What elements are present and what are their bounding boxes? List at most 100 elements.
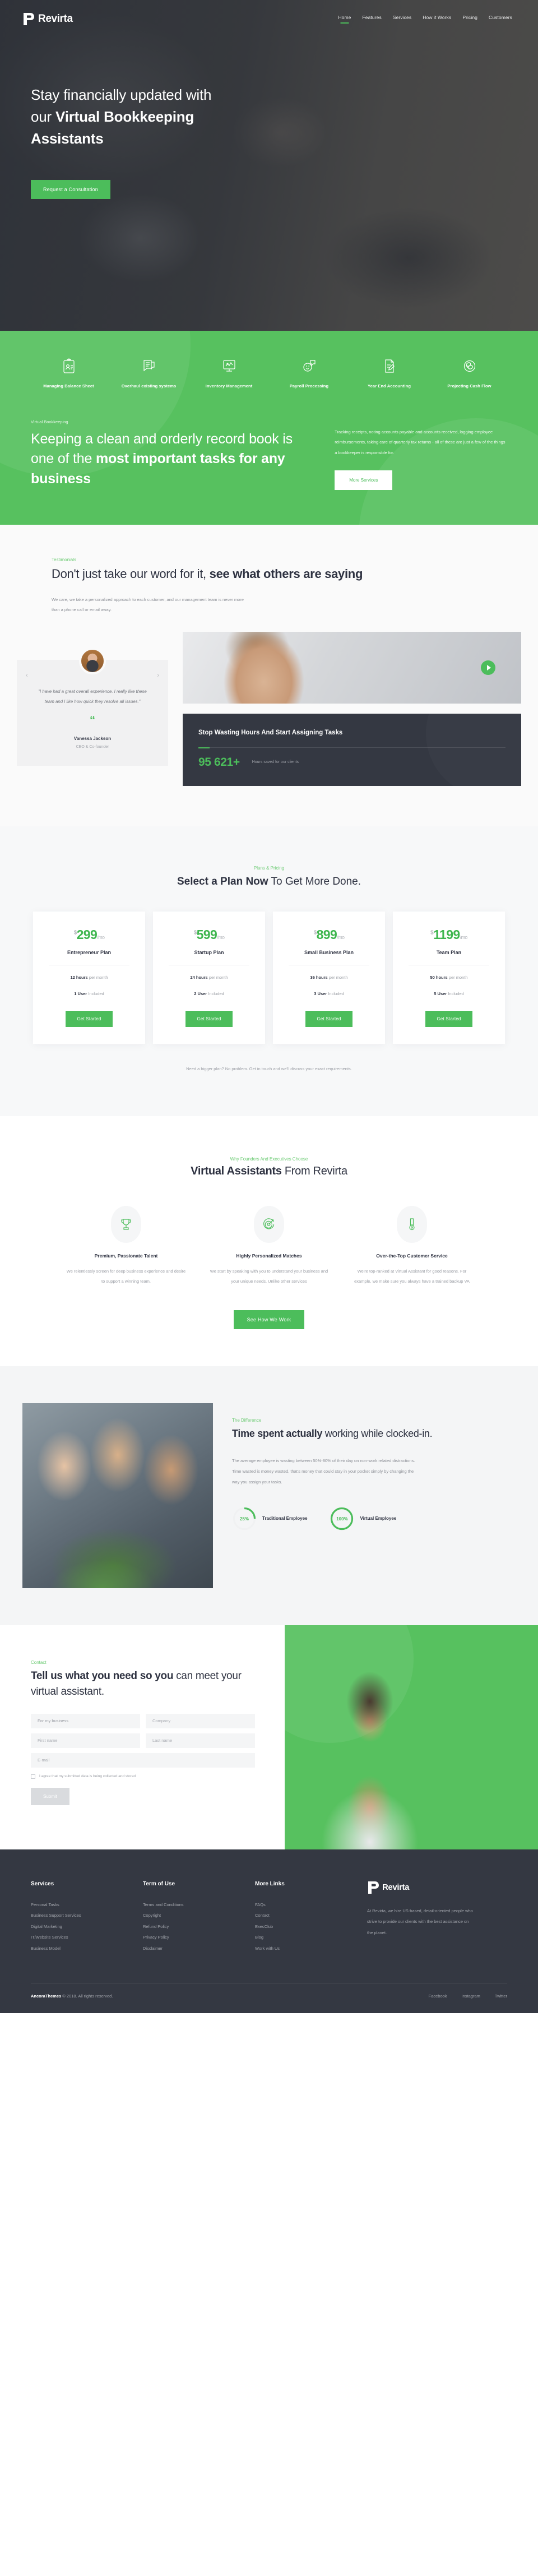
difference-paragraph: The average employee is wasting between … [232, 1458, 415, 1484]
footer-about-text: At Revirta, we hire US-based, detail-ori… [367, 1908, 473, 1935]
plan-feature-users: 3 User Included [283, 989, 375, 998]
donut-chart: 100% [330, 1506, 354, 1531]
footer-link[interactable]: Copyright [143, 1910, 255, 1921]
plan-name: Entrepreneur Plan [67, 949, 112, 955]
social-link-facebook[interactable]: Facebook [429, 1994, 447, 1999]
testimonials-right-column: Stop Wasting Hours And Start Assigning T… [168, 632, 521, 787]
hero-title-line2-bold: Virtual Bookkeeping [55, 108, 194, 125]
footer-link[interactable]: ExecClub [255, 1921, 367, 1932]
testimonial-quote: "I have had a great overall experience. … [38, 689, 147, 705]
pricing-plan-card[interactable]: $1199/mo Team Plan 50 hours per month 5 … [393, 911, 505, 1044]
more-services-button[interactable]: More Services [335, 470, 393, 490]
nav-item-how-it-works[interactable]: How it Works [423, 15, 451, 24]
testimonial-next-icon[interactable]: › [157, 672, 159, 679]
get-started-button[interactable]: Get Started [425, 1011, 472, 1028]
social-link-instagram[interactable]: Instagram [462, 1994, 480, 1999]
footer-link[interactable]: Refund Policy [143, 1921, 255, 1932]
service-item-inventory-management[interactable]: Inventory Management [194, 357, 264, 390]
nav-item-home[interactable]: Home [338, 15, 351, 24]
email-input[interactable] [31, 1752, 255, 1768]
footer-link[interactable]: Privacy Policy [143, 1932, 255, 1943]
why-column-customer-service: Over-the-Top Customer Service We're top-… [352, 1206, 472, 1286]
revirta-logo-icon [368, 1881, 379, 1894]
footer-link[interactable]: IT/Website Services [31, 1932, 143, 1943]
service-item-payroll-processing[interactable]: Payroll Processing [274, 357, 344, 390]
plan-price: $299/mo [43, 927, 135, 942]
services-section: Managing Balance Sheet Overhaul existing… [0, 331, 538, 525]
testimonial-prev-icon[interactable]: ‹ [26, 672, 28, 679]
footer-link[interactable]: Personal Tasks [31, 1899, 143, 1911]
pricing-plan-list: $299/mo Entrepreneur Plan 12 hours per m… [0, 911, 538, 1044]
pricing-heading: Select a Plan Now To Get More Done. [0, 874, 538, 890]
services-heading: Keeping a clean and orderly record book … [31, 429, 308, 489]
footer-link[interactable]: FAQs [255, 1899, 367, 1911]
hero-section: Revirta Home Features Services How it Wo… [0, 0, 538, 331]
plan-hours-suffix: per month [87, 974, 108, 980]
first-name-input[interactable] [31, 1733, 140, 1748]
plan-hours-value: 12 hours [70, 974, 88, 980]
pricing-plan-card[interactable]: $299/mo Entrepreneur Plan 12 hours per m… [33, 911, 145, 1044]
services-eyebrow: Virtual Bookkeeping [31, 419, 68, 424]
contact-section: Contact Tell us what you need so you can… [0, 1625, 538, 1849]
consent-checkbox[interactable] [31, 1774, 35, 1779]
plan-name: Startup Plan [194, 949, 224, 955]
testimonials-heading: Don't just take our word for it, see wha… [52, 566, 486, 582]
plan-users-suffix: Included [87, 991, 104, 997]
get-started-button[interactable]: Get Started [185, 1011, 233, 1028]
service-item-projecting-cash-flow[interactable]: Projecting Cash Flow [434, 357, 504, 390]
plan-hours-suffix: per month [207, 974, 228, 980]
service-item-managing-balance-sheet[interactable]: Managing Balance Sheet [34, 357, 104, 390]
target-icon [254, 1206, 284, 1243]
donut-value-label: 100% [336, 1516, 348, 1521]
testimonial-card: ‹ › "I have had a great overall experien… [17, 648, 168, 766]
last-name-input[interactable] [146, 1733, 255, 1748]
submit-button[interactable]: Submit [31, 1787, 69, 1805]
why-column-premium-talent: Premium, Passionate Talent We relentless… [66, 1206, 187, 1286]
pricing-plan-card[interactable]: $899/mo Small Business Plan 36 hours per… [273, 911, 385, 1044]
plan-price: $1199/mo [403, 927, 495, 942]
testimonials-subtext: We care, we take a personalized approach… [52, 597, 244, 613]
nav-item-services[interactable]: Services [393, 15, 411, 24]
nav-item-customers[interactable]: Customers [489, 15, 512, 24]
social-link-twitter[interactable]: Twitter [495, 1994, 507, 1999]
why-columns: Premium, Passionate Talent We relentless… [0, 1206, 538, 1286]
footer-link[interactable]: Digital Marketing [31, 1921, 143, 1932]
plan-users-value: 1 User [74, 991, 87, 997]
footer-link[interactable]: Business Model [31, 1943, 143, 1954]
plan-feature-hours: 50 hours per month [403, 973, 495, 982]
footer-link[interactable]: Blog [255, 1932, 367, 1943]
see-how-we-work-button[interactable]: See How We Work [233, 1310, 305, 1329]
testimonial-video[interactable] [183, 632, 521, 704]
nav-item-pricing[interactable]: Pricing [462, 15, 477, 24]
chat-document-icon [114, 357, 184, 376]
revirta-logo-icon [24, 13, 34, 25]
service-item-overhaul-existing-systems[interactable]: Overhaul existing systems [114, 357, 184, 390]
pricing-note: Need a bigger plan? No problem. Get in t… [186, 1066, 352, 1072]
get-started-button[interactable]: Get Started [66, 1011, 113, 1028]
difference-heading-plain: working while clocked-in. [322, 1427, 433, 1439]
footer-logo[interactable]: Revirta [367, 1881, 474, 1894]
get-started-button[interactable]: Get Started [305, 1011, 353, 1028]
donut-category-label: Virtual Employee [360, 1515, 397, 1521]
pricing-plan-card[interactable]: $599/mo Startup Plan 24 hours per month … [153, 911, 265, 1044]
footer-link[interactable]: Terms and Conditions [143, 1899, 255, 1911]
contact-form: I agree that my submitted data is being … [31, 1713, 255, 1805]
site-logo[interactable]: Revirta [22, 12, 73, 26]
request-type-select[interactable] [31, 1713, 140, 1728]
footer-link[interactable]: Disclaimer [143, 1943, 255, 1954]
logo-text: Revirta [38, 13, 73, 25]
footer-link[interactable]: Work with Us [255, 1943, 367, 1954]
hours-saved-label: Hours saved for our clients [252, 760, 299, 765]
nav-item-features[interactable]: Features [362, 15, 381, 24]
difference-heading-bold: Time spent actually [232, 1427, 323, 1439]
service-label: Payroll Processing [289, 383, 329, 389]
company-input[interactable] [146, 1713, 255, 1728]
testimonials-section: Testimonials Don't just take our word fo… [0, 525, 538, 827]
request-consultation-button[interactable]: Request a Consultation [31, 180, 110, 199]
testimonials-heading-bold: see what others are saying [209, 567, 363, 581]
service-item-year-end-accounting[interactable]: Year End Accounting [354, 357, 424, 390]
footer-link[interactable]: Business Support Services [31, 1910, 143, 1921]
play-button-icon[interactable] [481, 660, 495, 676]
trophy-icon [111, 1206, 141, 1243]
footer-link[interactable]: Contact [255, 1910, 367, 1921]
